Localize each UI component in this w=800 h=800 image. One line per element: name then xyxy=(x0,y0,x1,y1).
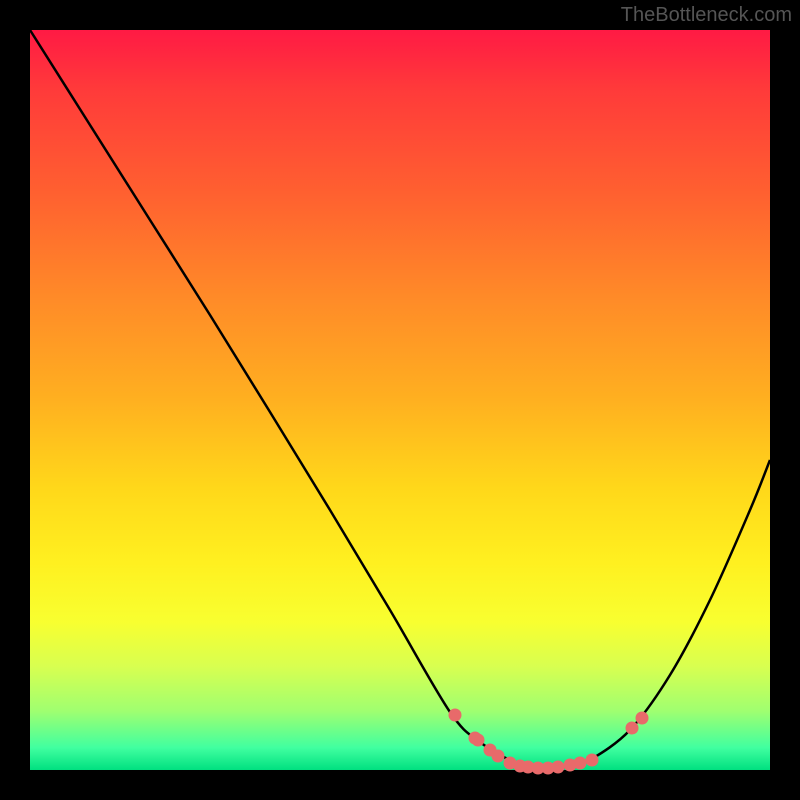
data-point xyxy=(472,734,485,747)
data-point xyxy=(586,754,599,767)
watermark-text: TheBottleneck.com xyxy=(621,4,792,27)
chart-svg xyxy=(30,30,770,770)
data-point xyxy=(552,761,565,774)
data-point xyxy=(636,712,649,725)
chart-area xyxy=(30,30,770,770)
bottleneck-curve xyxy=(30,30,770,768)
data-point xyxy=(574,757,587,770)
data-point xyxy=(449,709,462,722)
data-point xyxy=(492,750,505,763)
data-point xyxy=(626,722,639,735)
